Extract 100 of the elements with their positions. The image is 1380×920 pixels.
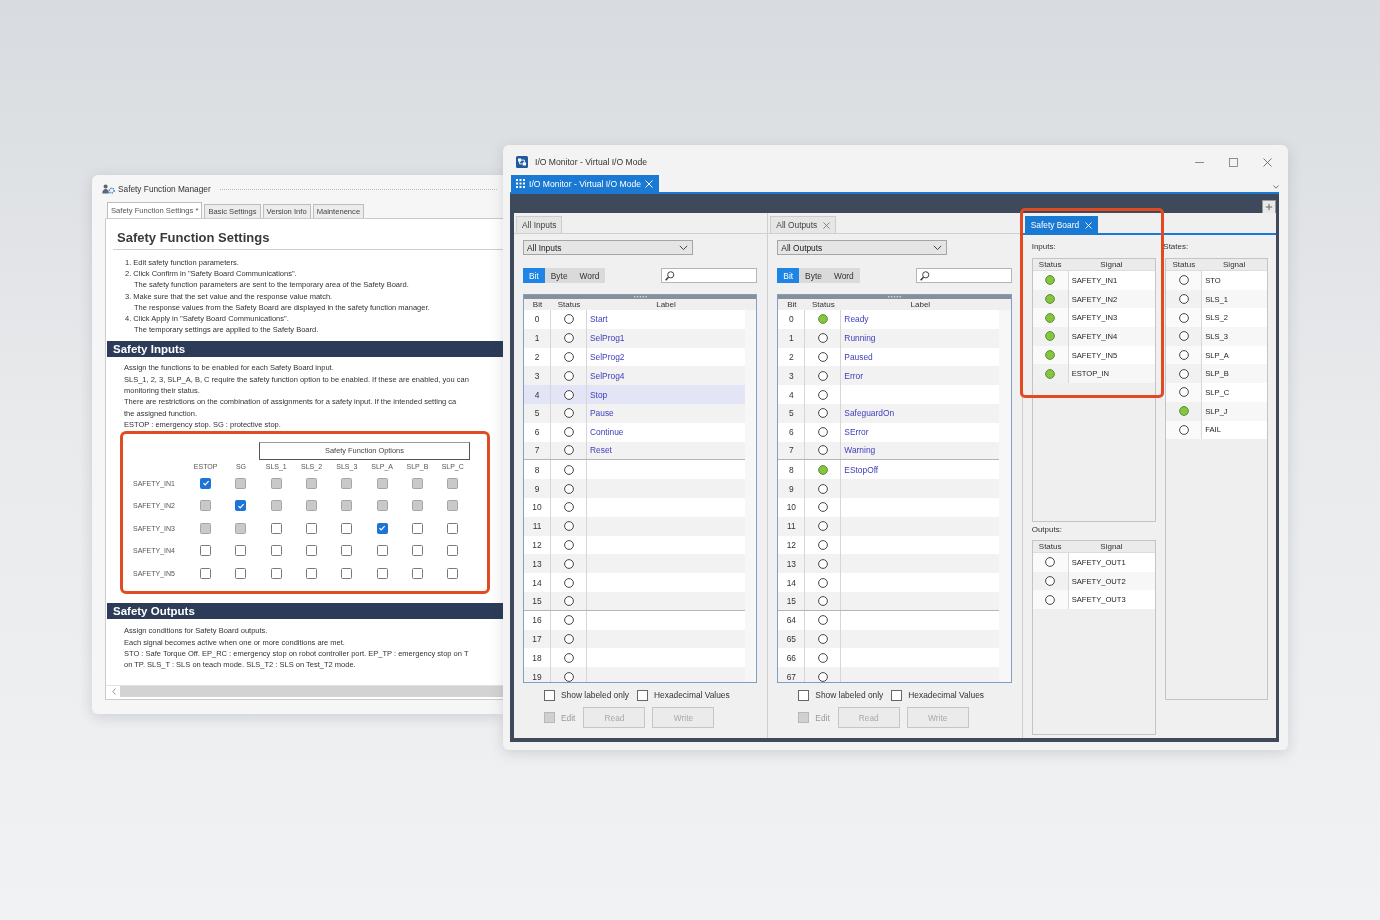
search-icon [919, 270, 930, 281]
checkbox-label[interactable]: Show labeled only [815, 690, 884, 700]
column-header: Label [655, 300, 677, 309]
segment-button[interactable]: Word [827, 268, 860, 283]
checkbox[interactable] [411, 567, 423, 579]
dropdown[interactable]: All Inputs [523, 240, 693, 255]
checkbox[interactable] [447, 545, 459, 557]
checkbox[interactable] [376, 522, 388, 534]
table-row[interactable]: 0 Start [524, 310, 745, 329]
table-row[interactable]: 4 Stop [524, 385, 745, 404]
search-field[interactable] [915, 268, 1012, 283]
checkbox[interactable] [637, 689, 648, 701]
section-label: Outputs: [1031, 524, 1062, 535]
table-row[interactable]: 13 [778, 554, 1000, 574]
tab[interactable]: Safety Board [1024, 216, 1099, 233]
segment-button[interactable]: Byte [799, 268, 828, 283]
segment-button[interactable]: Byte [544, 268, 574, 283]
checkbox[interactable] [270, 567, 282, 579]
segment-button[interactable]: Word [573, 268, 606, 283]
checkbox[interactable] [235, 545, 247, 557]
table-row[interactable]: 14 [778, 573, 1000, 592]
tab[interactable]: All Outputs [770, 216, 837, 233]
checkbox[interactable] [447, 522, 459, 534]
checkbox-label[interactable]: Hexadecimal Values [908, 690, 985, 700]
checkbox[interactable] [200, 567, 212, 579]
plus-icon[interactable] [1262, 200, 1276, 214]
table-cell: 15 [778, 591, 806, 610]
table-row[interactable]: 3 SelProg4 [524, 366, 745, 386]
search-field[interactable] [661, 268, 758, 283]
checkbox[interactable] [544, 689, 555, 701]
table-cell-text: Paused [843, 351, 874, 364]
checkbox[interactable] [306, 567, 318, 579]
checkbox[interactable] [376, 545, 388, 557]
checkbox[interactable] [200, 477, 212, 489]
table-row[interactable]: 8 EStopOff [778, 460, 1000, 480]
close-icon[interactable] [823, 221, 831, 229]
table-cell: 16 [524, 610, 551, 630]
table-row[interactable]: 3 Error [778, 366, 1000, 386]
checkbox[interactable] [306, 522, 318, 534]
tab[interactable]: All Inputs [516, 216, 563, 233]
column-header: Bit [531, 300, 544, 309]
checkbox[interactable] [235, 500, 247, 512]
checkbox-label[interactable]: Hexadecimal Values [654, 690, 730, 700]
horizontal-scrollbar[interactable] [106, 685, 503, 697]
table-cell: 6 [778, 422, 806, 442]
table-cell-text: SafeguardOn [843, 407, 896, 421]
table-cell-text: Stop [589, 388, 609, 402]
chevron-left-icon[interactable] [112, 688, 116, 695]
table-row[interactable]: 19 [524, 667, 745, 682]
table-cell-text: SError [843, 426, 870, 440]
table-row[interactable]: 66 [778, 648, 1000, 668]
segment-button[interactable]: Bit [523, 268, 545, 283]
table-cell: 19 [524, 667, 551, 682]
checkbox[interactable] [376, 567, 388, 579]
grid-dots-icon [516, 179, 525, 188]
table-cell: 1 [524, 328, 551, 348]
document-tab[interactable]: I/O Monitor - Virtual I/O Mode [511, 175, 660, 192]
checkbox[interactable] [341, 545, 353, 557]
minimize-icon[interactable] [1195, 161, 1204, 163]
checkbox[interactable] [270, 545, 282, 557]
table-row[interactable]: 9 [778, 479, 1000, 498]
column-header: Status [556, 300, 582, 309]
table-row[interactable]: 9 [524, 479, 745, 498]
table-cell-text: Start [589, 313, 609, 327]
chevron-down-icon[interactable] [1273, 184, 1279, 189]
segment-button[interactable]: Bit [777, 268, 800, 283]
table-cell: 11 [524, 516, 551, 536]
checkbox[interactable] [341, 567, 353, 579]
checkbox[interactable] [411, 545, 423, 557]
table-row[interactable]: 13 [524, 554, 745, 574]
table-cell-text: EStopOff [843, 463, 880, 477]
checkbox[interactable] [235, 567, 247, 579]
checkbox[interactable] [411, 522, 423, 534]
checkbox[interactable] [306, 545, 318, 557]
close-icon[interactable] [1263, 157, 1272, 167]
table-row[interactable]: 4 [778, 385, 1000, 404]
checkbox[interactable] [447, 567, 459, 579]
table-cell-text: SelProg4 [589, 369, 626, 383]
checkbox[interactable] [798, 689, 810, 701]
checkbox[interactable] [891, 689, 903, 701]
column-header: Signal [1099, 260, 1124, 269]
table-row[interactable]: 18 [524, 648, 745, 668]
column-header: Status [1037, 542, 1063, 551]
checkbox[interactable] [270, 522, 282, 534]
table-cell-text: Reset [589, 444, 613, 458]
checkbox[interactable] [200, 545, 212, 557]
dropdown[interactable]: All Outputs [777, 240, 948, 255]
table-row[interactable]: 8 [524, 460, 745, 480]
table-cell: 7 [778, 441, 806, 460]
window-title: Safety Function Manager [118, 184, 211, 194]
checkbox-label[interactable]: Show labeled only [561, 690, 629, 700]
table-cell: 14 [524, 573, 551, 592]
table-row[interactable]: 0 Ready [778, 310, 1000, 329]
column-header: Label [909, 300, 932, 309]
table-row[interactable]: 67 [778, 667, 1000, 682]
maximize-icon[interactable] [1229, 157, 1238, 167]
table-cell: 11 [778, 516, 806, 536]
table-cell-text: SelProg2 [589, 351, 626, 364]
table-row[interactable]: 14 [524, 573, 745, 592]
checkbox[interactable] [341, 522, 353, 534]
